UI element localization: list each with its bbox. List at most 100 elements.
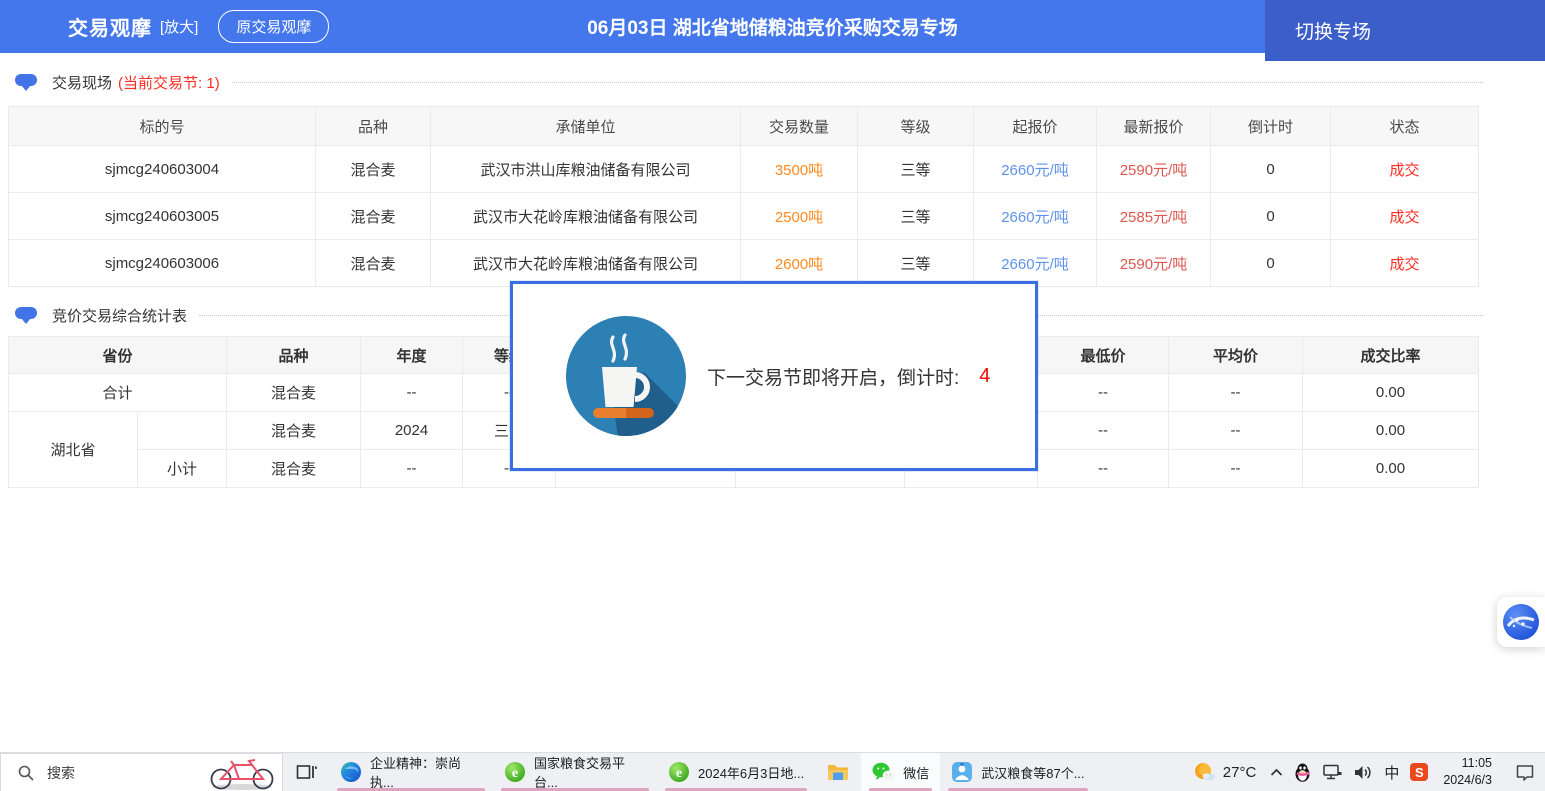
col-header-start-price: 起报价	[974, 107, 1097, 146]
table-header-row: 标的号 品种 承储单位 交易数量 等级 起报价 最新报价 倒计时 状态	[9, 107, 1479, 146]
cell-year: --	[361, 374, 463, 412]
countdown-message: 下一交易节即将开启，倒计时:	[707, 363, 959, 390]
cell-depot: 武汉市洪山库粮油储备有限公司	[431, 146, 741, 193]
taskbar-app-wuhan-grain-chat[interactable]: 武汉粮食等87个...	[940, 753, 1095, 791]
current-session-note: (当前交易节: 1)	[118, 72, 220, 93]
tray-network-button[interactable]	[1322, 763, 1342, 781]
cell-status: 成交	[1331, 146, 1479, 193]
notification-bubble-icon	[1515, 763, 1535, 782]
cell-min-price: --	[1038, 374, 1169, 412]
taskbar-spacer	[1096, 753, 1192, 791]
tray-ime-button[interactable]: 中	[1384, 762, 1399, 783]
cell-lot-id: sjmcg240603004	[9, 146, 316, 193]
cell-quantity: 2600吨	[741, 240, 858, 287]
cell-grade: 三等	[858, 240, 974, 287]
taskbar-app-edge[interactable]: 企业精神：崇尚执...	[329, 753, 493, 791]
cell-min-price: --	[1038, 412, 1169, 450]
cell-countdown: 0	[1211, 193, 1331, 240]
taskbar-app-grain-platform[interactable]: e 国家粮食交易平台...	[493, 753, 657, 791]
wechat-icon	[872, 762, 895, 782]
cell-quantity: 3500吨	[741, 146, 858, 193]
tray-sogou-button[interactable]: S	[1410, 763, 1428, 781]
cell-subgroup	[138, 412, 227, 450]
taskbar-clock[interactable]: 11:05 2024/6/3	[1443, 753, 1492, 791]
taskbar-app-label: 国家粮食交易平台...	[534, 753, 646, 791]
taskbar-app-file-explorer[interactable]	[815, 753, 861, 791]
tray-expand-button[interactable]	[1270, 768, 1283, 777]
original-view-button[interactable]: 原交易观摩	[218, 10, 329, 43]
cell-avg-price: --	[1169, 374, 1303, 412]
floating-widget[interactable]	[1497, 597, 1545, 647]
notification-center-button[interactable]	[1505, 753, 1545, 791]
svg-text:e: e	[512, 766, 518, 781]
taskbar-app-label: 微信	[903, 763, 929, 782]
cell-variety: 混合麦	[227, 374, 361, 412]
taskbar-app-trade-doc[interactable]: e 2024年6月3日地...	[657, 753, 815, 791]
task-view-button[interactable]	[283, 753, 329, 791]
taskbar-app-label: 2024年6月3日地...	[698, 763, 804, 782]
cell-quantity: 2500吨	[741, 193, 858, 240]
tray-volume-button[interactable]	[1353, 764, 1373, 781]
dotted-divider	[232, 82, 1483, 83]
network-display-icon	[1322, 763, 1342, 781]
cell-depot: 武汉市大花岭库粮油储备有限公司	[431, 193, 741, 240]
app-title: 交易观摩	[68, 12, 152, 41]
countdown-value: 4	[979, 365, 990, 388]
trading-floor-section-header: 交易现场 (当前交易节: 1)	[14, 70, 1483, 94]
weather-widget[interactable]: 27°C	[1192, 753, 1257, 791]
cell-avg-price: --	[1169, 412, 1303, 450]
cell-start-price: 2660元/吨	[974, 193, 1097, 240]
speaker-icon	[1353, 764, 1373, 781]
col-header-lot-id: 标的号	[9, 107, 316, 146]
taskbar-app-wechat[interactable]: 微信	[861, 753, 940, 791]
cell-variety: 混合麦	[316, 193, 431, 240]
section-marker-icon	[14, 304, 38, 326]
cell-start-price: 2660元/吨	[974, 146, 1097, 193]
weather-temperature: 27°C	[1223, 764, 1257, 781]
cell-lot-id: sjmcg240603005	[9, 193, 316, 240]
sogou-input-icon: S	[1410, 763, 1428, 781]
green-e-browser-icon: e	[668, 761, 690, 783]
clock-date: 2024/6/3	[1443, 772, 1492, 789]
cell-avg-price: --	[1169, 450, 1303, 488]
zoom-toggle-link[interactable]: [放大]	[160, 16, 198, 37]
section-title: 竞价交易综合统计表	[52, 305, 187, 326]
cell-min-price: --	[1038, 450, 1169, 488]
green-e-browser-icon: e	[504, 761, 526, 783]
cell-status: 成交	[1331, 240, 1479, 287]
cell-deal-ratio: 0.00	[1303, 412, 1479, 450]
cell-province: 湖北省	[9, 412, 138, 488]
section-marker-icon	[14, 71, 38, 93]
taskbar-app-label: 企业精神：崇尚执...	[370, 753, 482, 791]
task-view-icon	[296, 762, 317, 782]
col-header-year: 年度	[361, 337, 463, 374]
cell-latest-price: 2590元/吨	[1097, 146, 1211, 193]
search-input[interactable]: 搜索	[0, 753, 283, 791]
cell-variety: 混合麦	[227, 412, 361, 450]
col-header-deal-ratio: 成交比率	[1303, 337, 1479, 374]
system-tray: 中 S	[1270, 753, 1428, 791]
cell-start-price: 2660元/吨	[974, 240, 1097, 287]
qq-penguin-icon	[1294, 763, 1311, 782]
col-header-quantity: 交易数量	[741, 107, 858, 146]
col-header-depot: 承储单位	[431, 107, 741, 146]
coffee-cup-icon	[565, 315, 687, 437]
cell-countdown: 0	[1211, 146, 1331, 193]
cell-latest-price: 2585元/吨	[1097, 193, 1211, 240]
cell-variety: 混合麦	[316, 146, 431, 193]
col-header-variety: 品种	[316, 107, 431, 146]
clock-time: 11:05	[1443, 755, 1492, 772]
cell-depot: 武汉市大花岭库粮油储备有限公司	[431, 240, 741, 287]
svg-text:e: e	[676, 766, 682, 781]
col-header-avg-price: 平均价	[1169, 337, 1303, 374]
tray-qq-button[interactable]	[1294, 763, 1311, 782]
cell-year: --	[361, 450, 463, 488]
session-title: 06月03日 湖北省地储粮油竞价采购交易专场	[587, 0, 958, 53]
top-bar: 交易观摩 [放大] 原交易观摩 06月03日 湖北省地储粮油竞价采购交易专场 切…	[0, 0, 1545, 53]
switch-session-button[interactable]: 切换专场	[1265, 0, 1545, 61]
table-row: sjmcg240603004 混合麦 武汉市洪山库粮油储备有限公司 3500吨 …	[9, 146, 1479, 193]
col-header-countdown: 倒计时	[1211, 107, 1331, 146]
cell-deal-ratio: 0.00	[1303, 450, 1479, 488]
cell-latest-price: 2590元/吨	[1097, 240, 1211, 287]
edge-browser-icon	[340, 761, 362, 783]
